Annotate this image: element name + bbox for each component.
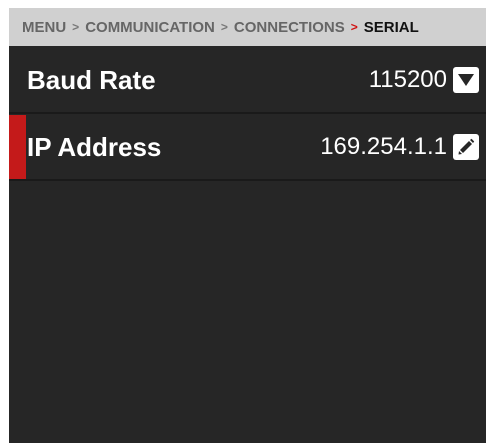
breadcrumb-item-connections[interactable]: CONNECTIONS — [234, 19, 345, 36]
breadcrumb-separator-current: > — [350, 20, 358, 34]
setting-label: IP Address — [27, 131, 162, 162]
pencil-edit-icon[interactable] — [453, 134, 479, 160]
setting-label: Baud Rate — [27, 64, 156, 95]
settings-screen: MENU > COMMUNICATION > CONNECTIONS > SER… — [9, 8, 486, 443]
breadcrumb-current: SERIAL — [363, 18, 419, 36]
ip-address-value: 169.254.1.1 — [320, 133, 447, 160]
setting-value-group: 169.254.1.1 — [320, 133, 479, 161]
breadcrumb: MENU > COMMUNICATION > CONNECTIONS > SER… — [9, 8, 486, 46]
breadcrumb-separator: > — [72, 20, 80, 34]
setting-row-ip-address[interactable]: IP Address 169.254.1.1 — [9, 115, 486, 181]
breadcrumb-item-menu[interactable]: MENU — [22, 19, 66, 36]
setting-value-group: 115200 — [369, 66, 479, 94]
setting-row-baud-rate[interactable]: Baud Rate 115200 — [9, 48, 486, 114]
breadcrumb-item-communication[interactable]: COMMUNICATION — [85, 19, 215, 36]
baud-rate-value: 115200 — [368, 66, 447, 93]
dropdown-arrow-icon[interactable] — [453, 67, 479, 93]
breadcrumb-separator: > — [220, 20, 228, 34]
